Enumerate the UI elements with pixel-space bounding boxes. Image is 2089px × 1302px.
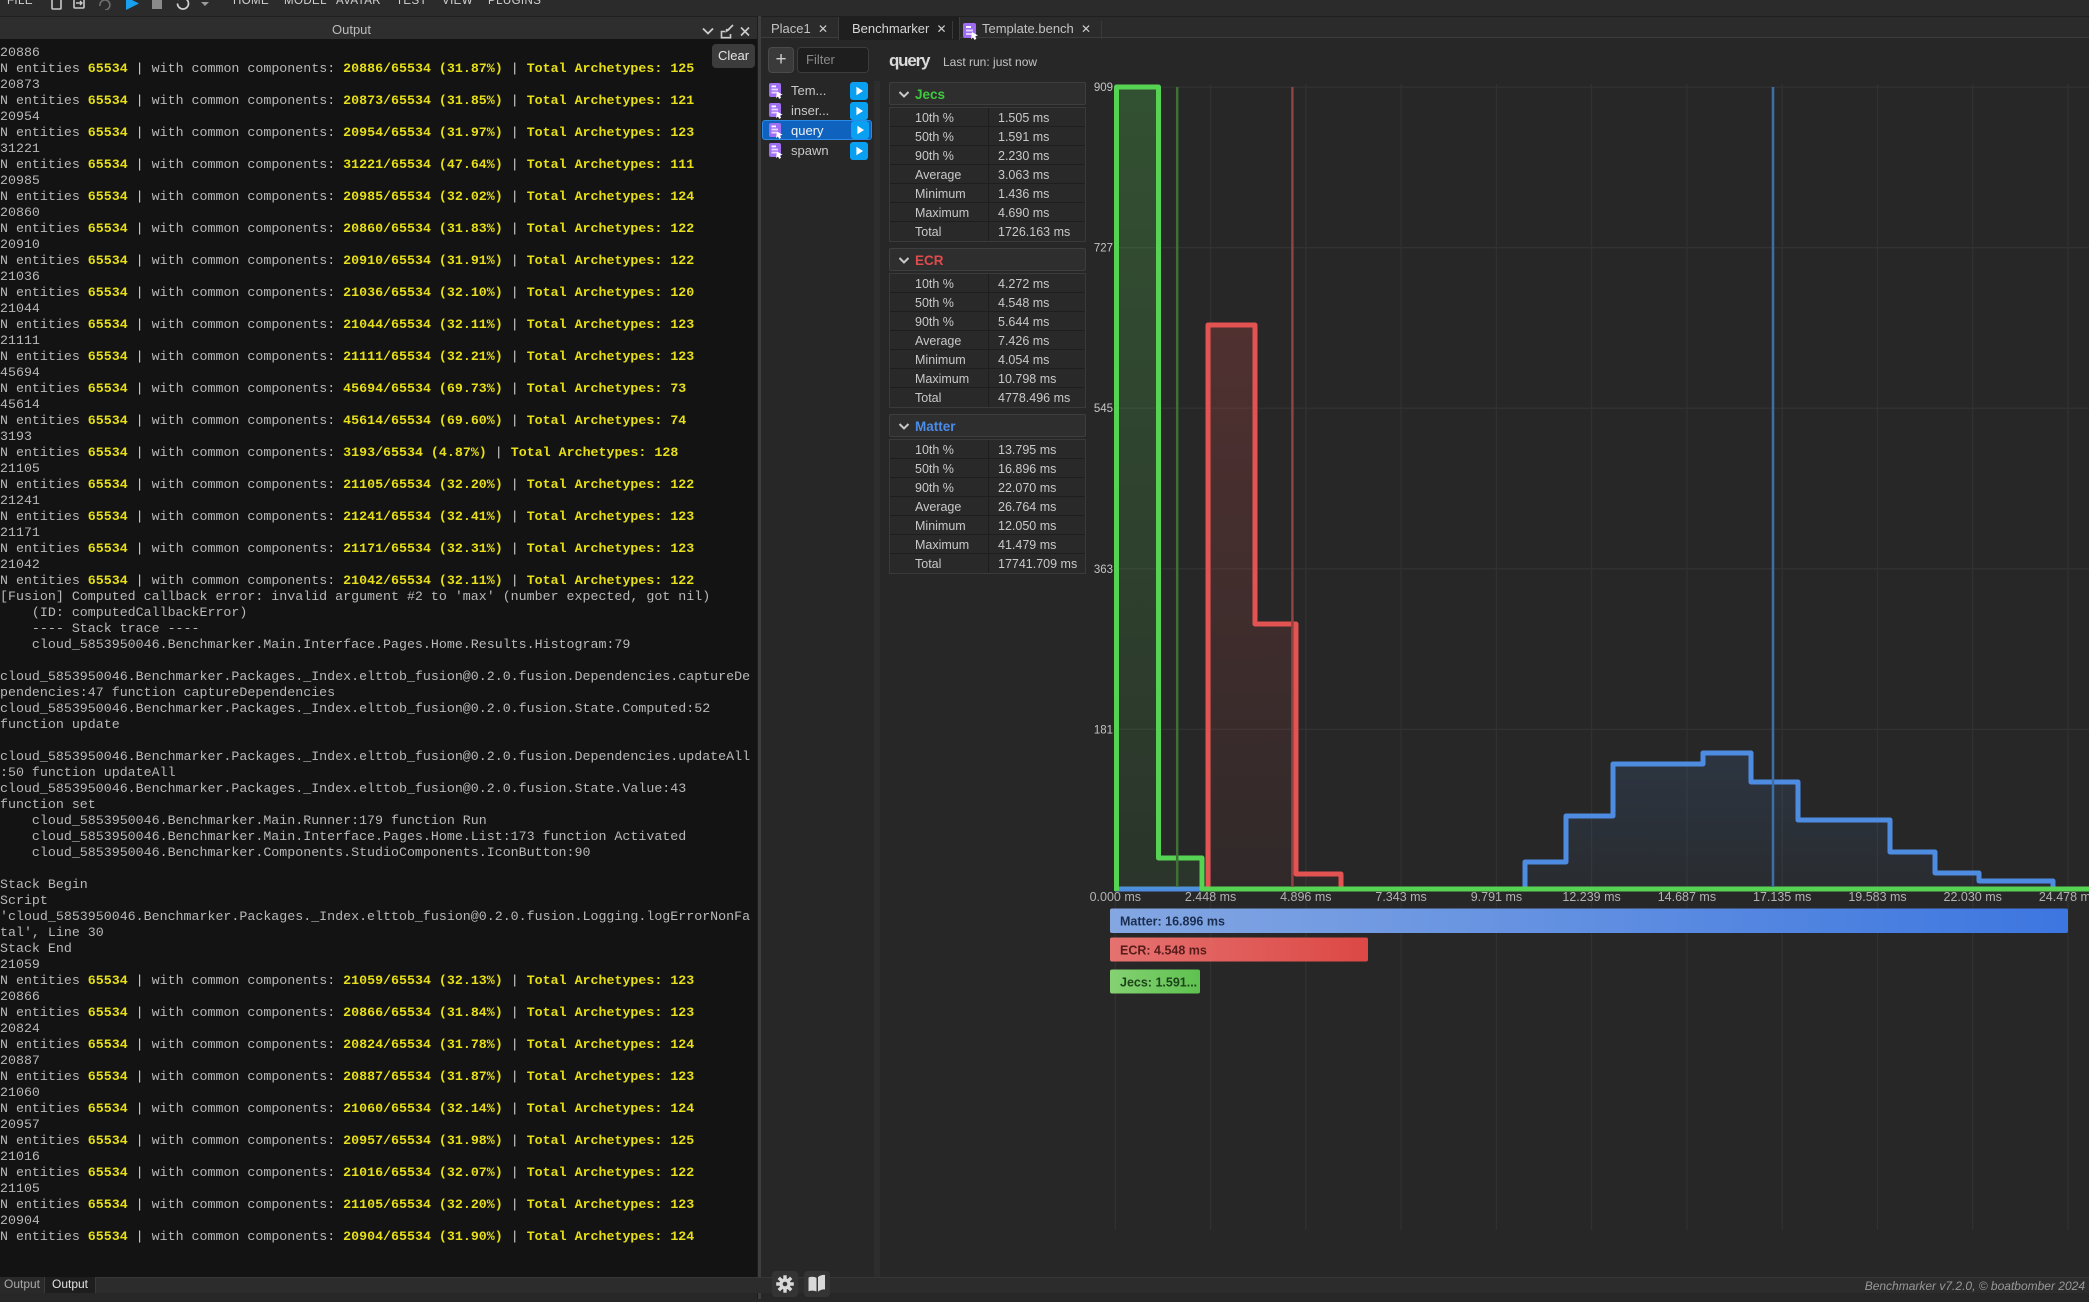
svg-text:24.478 ms: 24.478 ms	[2039, 890, 2089, 904]
svg-text:ECR: 4.548 ms: ECR: 4.548 ms	[1120, 944, 1207, 958]
svg-text:363: 363	[1094, 564, 1113, 576]
svg-text:2.448 ms: 2.448 ms	[1185, 890, 1236, 904]
svg-text:727: 727	[1094, 243, 1113, 255]
svg-text:Matter: 16.896 ms: Matter: 16.896 ms	[1120, 915, 1225, 929]
svg-text:17.135 ms: 17.135 ms	[1753, 890, 1811, 904]
svg-text:909: 909	[1094, 82, 1113, 94]
svg-text:4.896 ms: 4.896 ms	[1280, 890, 1331, 904]
svg-text:181: 181	[1094, 724, 1113, 736]
svg-text:22.030 ms: 22.030 ms	[1944, 890, 2002, 904]
svg-text:14.687 ms: 14.687 ms	[1658, 890, 1716, 904]
svg-text:Jecs: 1.591...: Jecs: 1.591...	[1120, 976, 1197, 990]
svg-text:9.791 ms: 9.791 ms	[1471, 890, 1522, 904]
svg-text:7.343 ms: 7.343 ms	[1375, 890, 1426, 904]
svg-text:545: 545	[1094, 403, 1113, 415]
svg-text:19.583 ms: 19.583 ms	[1848, 890, 1906, 904]
svg-text:0.000 ms: 0.000 ms	[1090, 890, 1141, 904]
svg-text:12.239 ms: 12.239 ms	[1562, 890, 1620, 904]
